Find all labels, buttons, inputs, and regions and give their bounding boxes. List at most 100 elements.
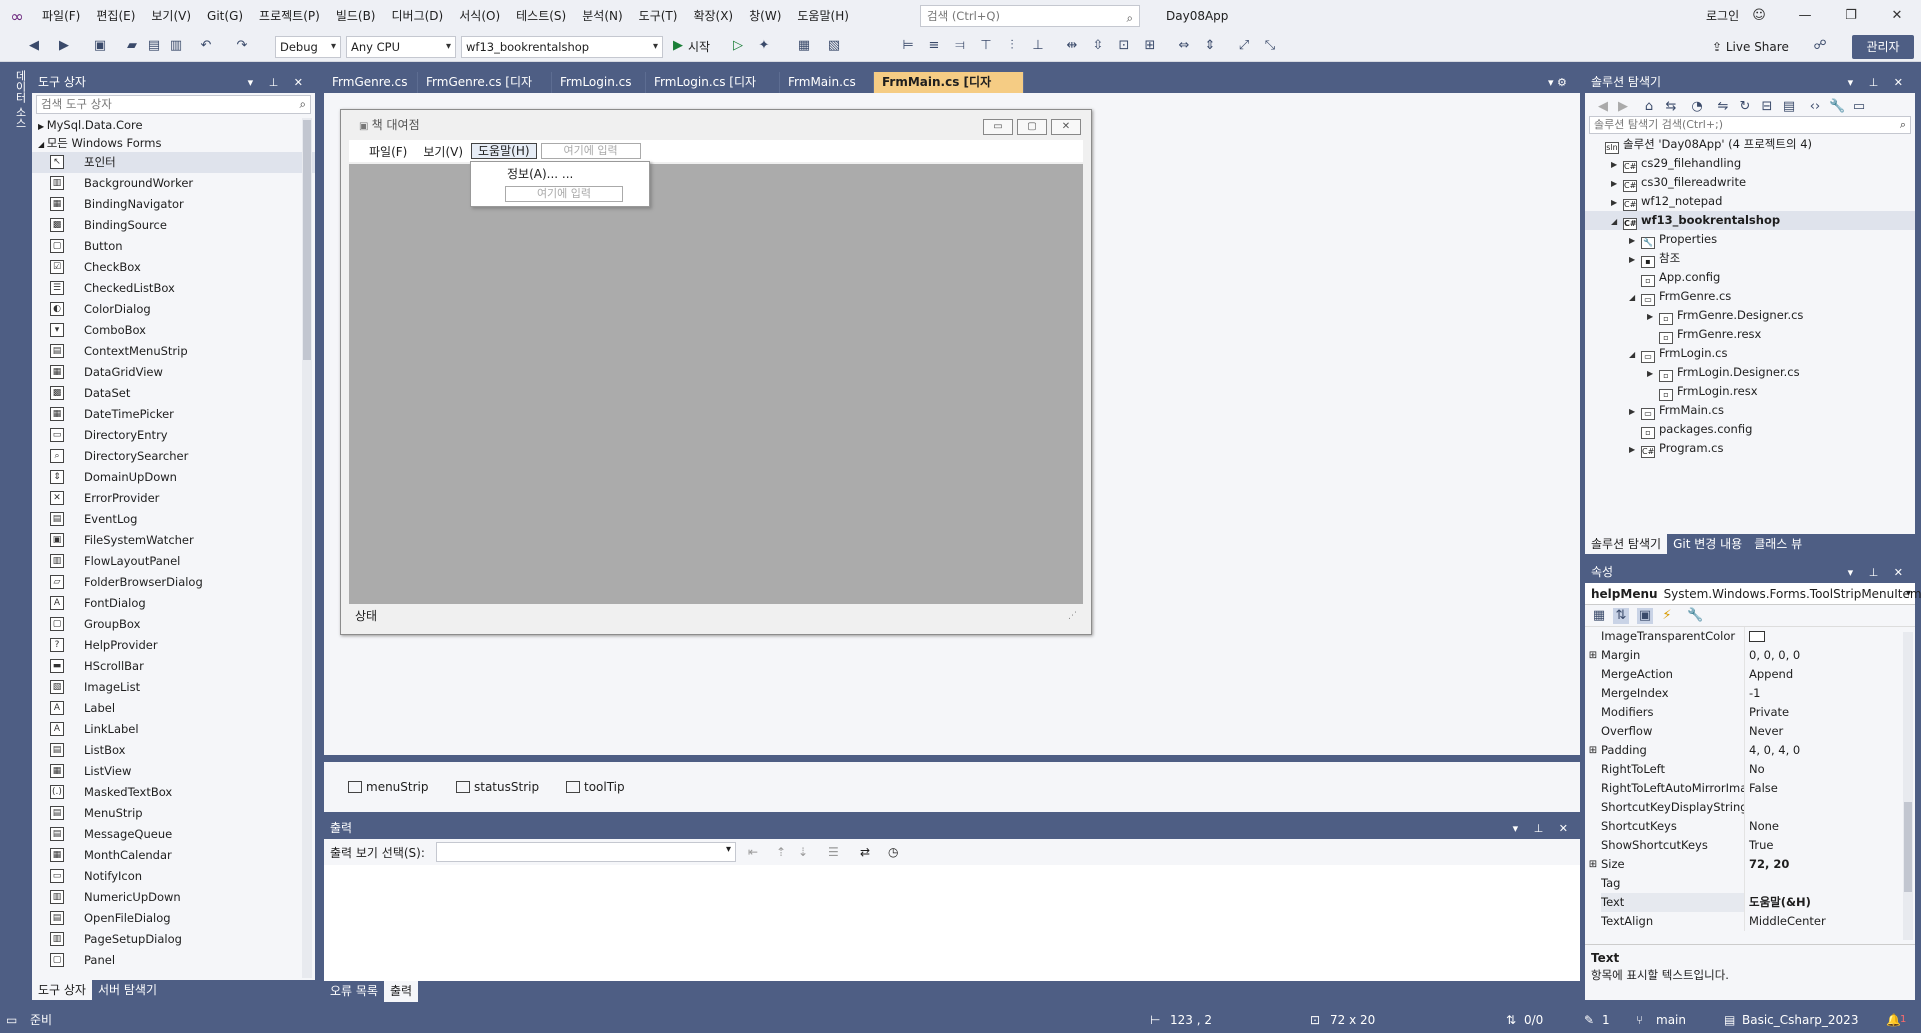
word-wrap-icon[interactable]: ⇄: [860, 845, 870, 859]
toolbox-item[interactable]: ▩ DataSet: [32, 383, 315, 404]
tree-node[interactable]: ▶ ▭ FrmMain.cs: [1585, 401, 1915, 420]
tree-node[interactable]: sln 솔루션 'Day08App' (4 프로젝트의 4): [1585, 135, 1915, 154]
toolbox-item[interactable]: ? HelpProvider: [32, 635, 315, 656]
form-menu-strip[interactable]: 파일(F) 보기(V) 도움말(H) 여기에 입력: [349, 140, 1083, 162]
form-client-area[interactable]: [349, 164, 1083, 604]
toolbox-category-mysql[interactable]: ▶ MySql.Data.Core: [32, 116, 315, 134]
property-row[interactable]: Tag: [1585, 874, 1915, 893]
tree-arrow-icon[interactable]: ▶: [1611, 193, 1623, 212]
property-row[interactable]: ShowShortcutKeys True: [1585, 836, 1915, 855]
tree-arrow-icon[interactable]: ▶: [1611, 155, 1623, 174]
toolbox-item[interactable]: ▥ FlowLayoutPanel: [32, 551, 315, 572]
tray-tooltip[interactable]: toolTip: [566, 780, 625, 794]
align-middle-icon[interactable]: ⫶: [1004, 38, 1020, 54]
menu-item-0[interactable]: 파일(F): [34, 0, 88, 32]
form-menu-help[interactable]: 도움말(H): [471, 143, 537, 159]
toolbox-item[interactable]: ⌕ DirectorySearcher: [32, 446, 315, 467]
menu-type-here-box[interactable]: 여기에 입력: [540, 143, 641, 159]
toolbox-item[interactable]: A FontDialog: [32, 593, 315, 614]
property-row[interactable]: ⊞ Margin 0, 0, 0, 0: [1585, 646, 1915, 665]
show-all-files-icon[interactable]: ▤: [1781, 99, 1797, 115]
prev-message-icon[interactable]: ⇡: [776, 845, 786, 859]
tree-node[interactable]: ▫ FrmGenre.resx: [1585, 325, 1915, 344]
toolbox-item[interactable]: ▭ NotifyIcon: [32, 866, 315, 887]
expand-icon[interactable]: ⊞: [1585, 646, 1601, 665]
git-repository[interactable]: Basic_Csharp_2023: [1742, 1007, 1858, 1033]
horizontal-spacing-icon[interactable]: ⇔: [1176, 38, 1192, 54]
back-icon[interactable]: ◀: [26, 38, 42, 54]
tree-node[interactable]: ▶ 🔧 Properties: [1585, 230, 1915, 249]
sync-icon[interactable]: ⇋: [1715, 99, 1731, 115]
menu-item-1[interactable]: 편집(E): [88, 0, 143, 32]
toolbox-item[interactable]: ▢ Button: [32, 236, 315, 257]
property-row[interactable]: Text 도움말(&H): [1585, 893, 1915, 912]
tree-arrow-icon[interactable]: ◢: [1611, 212, 1623, 231]
toolbox-item[interactable]: A Label: [32, 698, 315, 719]
refresh-icon[interactable]: ↻: [1737, 99, 1753, 115]
tab-class-view[interactable]: 클래스 뷰: [1748, 534, 1808, 554]
property-value[interactable]: Never: [1745, 722, 1783, 741]
forward-icon[interactable]: ▶: [1615, 99, 1631, 115]
hot-reload-icon[interactable]: ✦: [756, 38, 772, 54]
solution-configuration-select[interactable]: Debug: [275, 36, 341, 58]
menu-item-2[interactable]: 보기(V): [143, 0, 199, 32]
tree-node[interactable]: ▶ C# Program.cs: [1585, 439, 1915, 458]
tree-arrow-icon[interactable]: ▶: [1611, 174, 1623, 193]
property-pages-icon[interactable]: 🔧: [1687, 608, 1703, 624]
menu-item-11[interactable]: 확장(X): [685, 0, 741, 32]
restore-window-button[interactable]: ❐: [1828, 0, 1874, 32]
property-value[interactable]: 도움말(&H): [1745, 893, 1811, 912]
git-sync-icon[interactable]: ⇅: [1506, 1007, 1516, 1033]
pending-changes-icon[interactable]: ◔: [1689, 99, 1705, 115]
tree-arrow-icon[interactable]: ▶: [1629, 402, 1641, 421]
menu-item-8[interactable]: 테스트(S): [508, 0, 574, 32]
toolbox-item[interactable]: ↖ 포인터: [32, 152, 315, 173]
tree-node[interactable]: ▶ ▫ FrmGenre.Designer.cs: [1585, 306, 1915, 325]
align-bottom-icon[interactable]: ⊥: [1030, 38, 1046, 54]
new-project-icon[interactable]: ▣: [92, 38, 108, 54]
browser-link-icon[interactable]: ▦: [796, 38, 812, 54]
property-row[interactable]: ⊞ Padding 4, 0, 4, 0: [1585, 741, 1915, 760]
toolbox-item[interactable]: ⇕ DomainUpDown: [32, 467, 315, 488]
property-value[interactable]: None: [1745, 817, 1779, 836]
editor-tab[interactable]: FrmGenre.cs: [324, 72, 418, 93]
toolbox-item[interactable]: ▦ BindingNavigator: [32, 194, 315, 215]
make-same-size-icon[interactable]: ⊡: [1116, 38, 1132, 54]
tree-node[interactable]: ▶ C# wf12_notepad: [1585, 192, 1915, 211]
solution-explorer-search-input[interactable]: 솔루션 탐색기 검색(Ctrl+;) ⌕: [1589, 116, 1911, 134]
menu-item-10[interactable]: 도구(T): [631, 0, 686, 32]
property-value[interactable]: No: [1745, 760, 1765, 779]
property-value[interactable]: [1745, 798, 1749, 817]
designed-form[interactable]: ▣ 책 대여점 ▭ ▢ ✕ 파일(F) 보기(V) 도움말(H) 여기에 입력 …: [340, 109, 1092, 635]
toolbox-item[interactable]: ▦ DateTimePicker: [32, 404, 315, 425]
output-source-select[interactable]: [436, 842, 736, 862]
tray-menustrip[interactable]: menuStrip: [348, 780, 429, 794]
redo-icon[interactable]: ↷: [234, 38, 250, 54]
output-text-area[interactable]: [324, 865, 1580, 981]
solution-platform-select[interactable]: Any CPU: [346, 36, 456, 58]
panel-controls-icon[interactable]: ▾ ⊥ ✕: [1513, 818, 1574, 839]
find-in-output-icon[interactable]: ⇤: [748, 845, 758, 859]
start-debug-button[interactable]: 시작: [688, 36, 710, 58]
size-to-grid-icon[interactable]: ⊞: [1142, 38, 1158, 54]
tab-output[interactable]: 출력: [383, 981, 419, 1002]
editor-tab[interactable]: FrmLogin.cs: [552, 72, 646, 93]
tree-node[interactable]: ▶ ▪ 참조: [1585, 249, 1915, 268]
toolbox-item[interactable]: ▥ NumericUpDown: [32, 887, 315, 908]
live-share-button[interactable]: ⇪ Live Share: [1712, 36, 1789, 58]
tab-error-list[interactable]: 오류 목록: [324, 981, 384, 1002]
startup-project-select[interactable]: wf13_bookrentalshop: [461, 36, 663, 58]
toolbox-item[interactable]: ▤ ListBox: [32, 740, 315, 761]
collapse-all-icon[interactable]: ⊟: [1759, 99, 1775, 115]
toolbox-layout-icon[interactable]: ▧: [826, 38, 842, 54]
toolbox-item[interactable]: ▢ GroupBox: [32, 614, 315, 635]
tab-overflow-icon[interactable]: ▾ ⚙: [1548, 72, 1567, 93]
tree-arrow-icon[interactable]: ◢: [1629, 345, 1641, 364]
branch-icon[interactable]: ⑂: [1636, 1007, 1643, 1033]
toolbox-item[interactable]: (.) MaskedTextBox: [32, 782, 315, 803]
editor-tab[interactable]: FrmMain.cs: [780, 72, 874, 93]
panel-controls-icon[interactable]: ▾ ⊥ ✕: [1848, 562, 1909, 583]
status-label[interactable]: 상태: [355, 609, 377, 623]
scrollbar-thumb[interactable]: [303, 120, 311, 360]
property-row[interactable]: RightToLeft No: [1585, 760, 1915, 779]
